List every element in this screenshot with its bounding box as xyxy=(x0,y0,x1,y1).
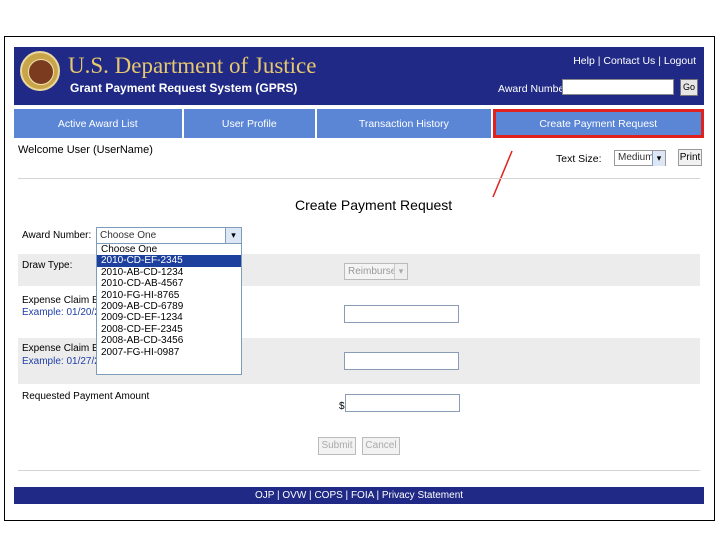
cancel-button[interactable]: Cancel xyxy=(362,437,400,455)
divider xyxy=(18,178,700,179)
award-number-select[interactable]: Choose One ▾ xyxy=(96,227,242,244)
award-option[interactable]: 2009-AB-CD-6789 xyxy=(97,301,241,312)
award-option[interactable]: 2009-CD-EF-1234 xyxy=(97,312,241,323)
award-option[interactable]: 2008-AB-CD-3456 xyxy=(97,335,241,346)
award-number-label: Award Number: xyxy=(22,230,92,241)
award-option[interactable]: 2010-FG-HI-8765 xyxy=(97,290,241,301)
footer-link-privacy[interactable]: Privacy Statement xyxy=(382,490,463,501)
award-option[interactable]: 2010-AB-CD-1234 xyxy=(97,267,241,278)
submit-button[interactable]: Submit xyxy=(318,437,356,455)
footer-link-foia[interactable]: FOIA xyxy=(351,490,374,501)
site-footer: OJP | OVW | COPS | FOIA | Privacy Statem… xyxy=(14,487,704,504)
award-dropdown-list: Choose One 2010-CD-EF-2345 2010-AB-CD-12… xyxy=(96,243,242,375)
award-option[interactable]: 2010-CD-EF-2345 xyxy=(97,255,241,267)
page-title: Create Payment Request xyxy=(295,197,453,213)
footer-link-cops[interactable]: COPS xyxy=(314,490,342,501)
award-select-value: Choose One xyxy=(100,230,157,241)
draw-type-select: Reimburse ▾ xyxy=(344,263,408,280)
requested-amount-input[interactable] xyxy=(345,394,460,412)
draw-type-label: Draw Type: xyxy=(22,260,73,271)
footer-link-ovw[interactable]: OVW xyxy=(282,490,306,501)
currency-symbol: $ xyxy=(339,401,345,412)
award-option[interactable]: Choose One xyxy=(97,244,241,255)
footer-divider xyxy=(18,470,700,471)
award-option[interactable]: 2007-FG-HI-0987 xyxy=(97,347,241,358)
expense-end-date-input[interactable] xyxy=(344,352,459,370)
award-option[interactable]: 2010-CD-AB-4567 xyxy=(97,278,241,289)
chevron-down-icon: ▾ xyxy=(225,228,241,243)
expense-begin-date-input[interactable] xyxy=(344,305,459,323)
award-option[interactable]: 2008-CD-EF-2345 xyxy=(97,324,241,335)
requested-amount-label: Requested Payment Amount xyxy=(22,391,150,402)
footer-link-ojp[interactable]: OJP xyxy=(255,490,274,501)
chevron-down-icon: ▾ xyxy=(394,264,407,279)
